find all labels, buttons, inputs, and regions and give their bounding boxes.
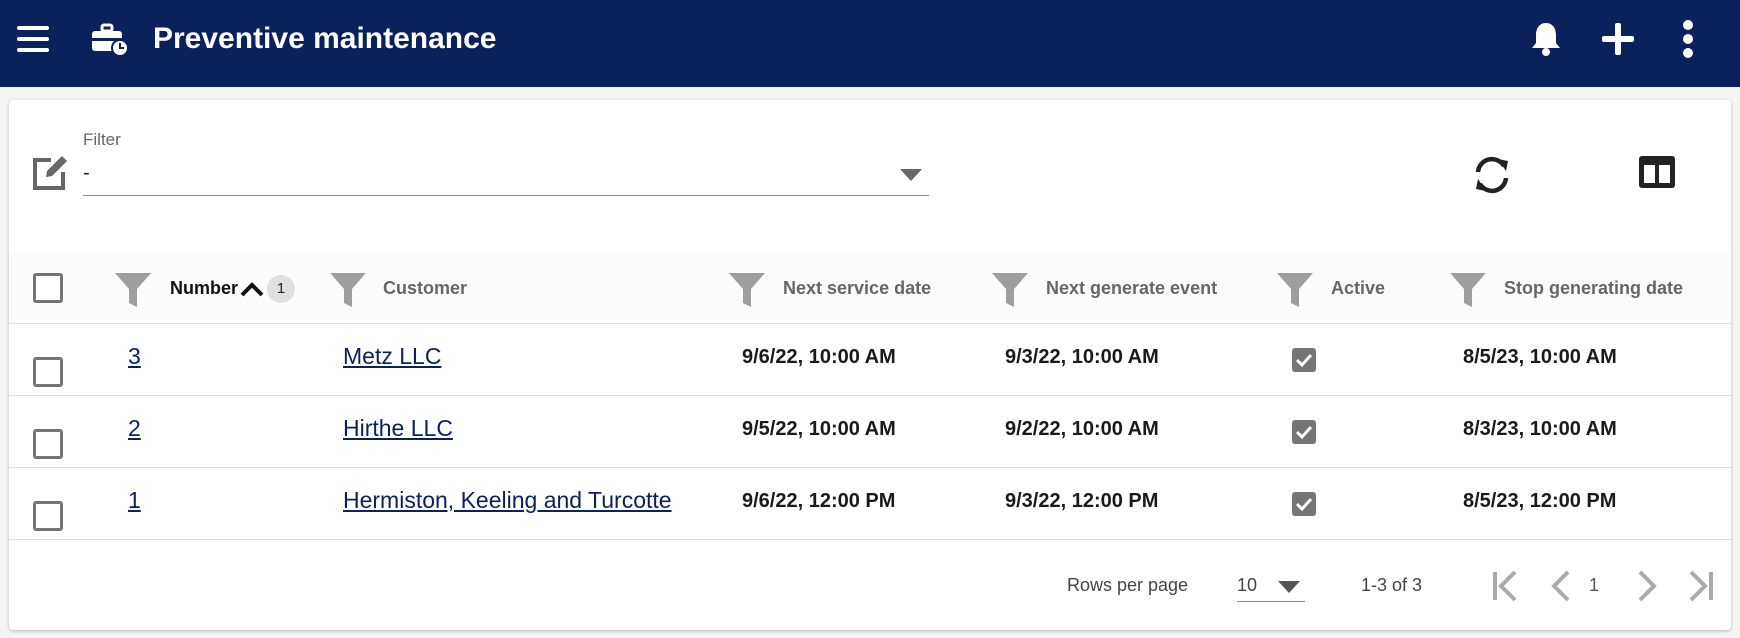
table-row[interactable]: 3 Metz LLC 9/6/22, 10:00 AM 9/3/22, 10:0… [9, 324, 1731, 396]
column-header-next-generate-event[interactable]: Next generate event [1046, 278, 1217, 299]
sort-order-badge: 1 [267, 275, 295, 303]
filter-column-icon[interactable] [727, 269, 767, 309]
active-checkbox [1292, 348, 1316, 372]
rows-per-page-label: Rows per page [1067, 575, 1189, 595]
next-service-date-cell: 9/6/22, 12:00 PM [742, 490, 896, 512]
filter-value: - [83, 162, 90, 184]
next-service-date-cell: 9/6/22, 10:00 AM [742, 346, 896, 368]
filter-column-icon[interactable] [990, 269, 1030, 309]
menu-button[interactable] [12, 18, 54, 60]
columns-button[interactable] [1637, 154, 1681, 196]
filter-column-icon[interactable] [1275, 269, 1315, 309]
filter-select[interactable]: - [83, 152, 929, 196]
filter-label: Filter [83, 130, 121, 149]
first-page-button[interactable] [1487, 568, 1523, 604]
row-checkbox[interactable] [33, 429, 63, 459]
active-checkbox [1292, 420, 1316, 444]
customer-link[interactable]: Metz LLC [343, 343, 441, 370]
stop-generating-date-cell: 8/5/23, 12:00 PM [1463, 490, 1617, 512]
table-header: Number 1 Customer Next service date Next… [9, 253, 1731, 324]
filter-column-icon[interactable] [113, 269, 153, 309]
next-service-date-cell: 9/5/22, 10:00 AM [742, 418, 896, 440]
columns-icon [1639, 156, 1675, 188]
table-row[interactable]: 2 Hirthe LLC 9/5/22, 10:00 AM 9/2/22, 10… [9, 396, 1731, 468]
stop-generating-date-cell: 8/3/23, 10:00 AM [1463, 418, 1617, 440]
pagination-range: 1-3 of 3 [1361, 575, 1423, 595]
column-header-next-service-date[interactable]: Next service date [783, 278, 931, 299]
select-all-checkbox[interactable] [33, 273, 63, 303]
bell-icon [1532, 23, 1560, 56]
refresh-button[interactable] [1469, 152, 1515, 198]
check-icon [1295, 497, 1313, 512]
active-checkbox [1292, 492, 1316, 516]
column-header-active[interactable]: Active [1331, 278, 1385, 299]
app-bar: Preventive maintenance [0, 0, 1740, 87]
pagination-bar: Rows per page 10 1-3 of 3 1 [9, 542, 1731, 630]
chevron-down-icon [1278, 581, 1300, 593]
next-generate-event-cell: 9/3/22, 10:00 AM [1005, 346, 1159, 368]
filter-column-icon[interactable] [328, 269, 368, 309]
next-generate-event-cell: 9/3/22, 12:00 PM [1005, 490, 1159, 512]
customer-link[interactable]: Hirthe LLC [343, 415, 453, 442]
more-options-button[interactable] [1666, 16, 1710, 62]
next-generate-event-cell: 9/2/22, 10:00 AM [1005, 418, 1159, 440]
table-row[interactable]: 1 Hermiston, Keeling and Turcotte 9/6/22… [9, 468, 1731, 540]
filter-column-icon[interactable] [1448, 269, 1488, 309]
refresh-icon [1475, 156, 1509, 194]
page-title: Preventive maintenance [153, 22, 497, 55]
number-link[interactable]: 1 [128, 487, 141, 514]
column-header-number[interactable]: Number [170, 278, 238, 299]
check-icon [1295, 425, 1313, 440]
current-page-number: 1 [1589, 575, 1600, 595]
plus-icon [1602, 23, 1634, 55]
toolbox-clock-icon [88, 20, 132, 60]
next-page-button[interactable] [1629, 568, 1665, 604]
menu-icon [17, 26, 49, 52]
customer-link[interactable]: Hermiston, Keeling and Turcotte [343, 487, 672, 514]
maintenance-card: Filter - Number 1 Customer Next service … [9, 100, 1731, 630]
more-vertical-icon [1683, 20, 1693, 58]
last-page-icon [1689, 570, 1713, 602]
rows-per-page-select[interactable]: 10 [1237, 564, 1305, 602]
column-header-stop-generating-date[interactable]: Stop generating date [1504, 278, 1683, 299]
first-page-icon [1493, 570, 1517, 602]
notifications-button[interactable] [1524, 16, 1568, 62]
row-checkbox[interactable] [33, 357, 63, 387]
add-button[interactable] [1596, 16, 1640, 62]
rows-per-page-value: 10 [1237, 575, 1258, 595]
check-icon [1295, 353, 1313, 368]
chevron-down-icon [900, 169, 922, 181]
chevron-left-icon [1551, 570, 1570, 602]
last-page-button[interactable] [1683, 568, 1719, 604]
row-checkbox[interactable] [33, 501, 63, 531]
number-link[interactable]: 3 [128, 343, 141, 370]
previous-page-button[interactable] [1543, 568, 1579, 604]
number-link[interactable]: 2 [128, 415, 141, 442]
column-header-customer[interactable]: Customer [383, 278, 467, 299]
edit-icon [33, 156, 67, 190]
chevron-right-icon [1638, 570, 1657, 602]
sort-ascending-icon[interactable] [239, 277, 265, 301]
stop-generating-date-cell: 8/5/23, 10:00 AM [1463, 346, 1617, 368]
edit-filter-button[interactable] [29, 152, 71, 194]
